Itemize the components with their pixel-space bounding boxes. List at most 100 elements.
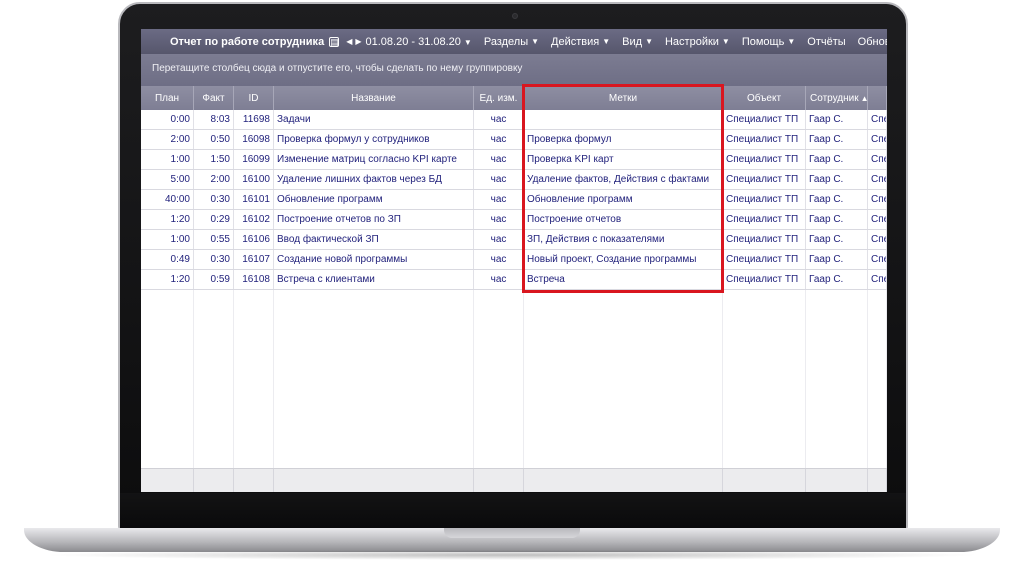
cell-unit: час bbox=[474, 130, 524, 149]
employee-header-label: Сотрудник bbox=[810, 92, 859, 104]
cell-object: Специалист ТП bbox=[723, 270, 806, 289]
group-by-hint: Перетащите столбец сюда и отпустите его,… bbox=[152, 63, 523, 74]
menu-item[interactable]: Разделы ▼ bbox=[484, 36, 539, 48]
cell-overflow: Спе bbox=[868, 110, 887, 129]
cell-unit: час bbox=[474, 250, 524, 269]
cell-name: Удаление лишних фактов через БД bbox=[274, 170, 474, 189]
cell-tags: Удаление фактов, Действия с фактами bbox=[524, 170, 723, 189]
cell-plan: 5:00 bbox=[141, 170, 194, 189]
cell-name: Проверка формул у сотрудников bbox=[274, 130, 474, 149]
cell-name: Ввод фактической ЗП bbox=[274, 230, 474, 249]
cell-name: Встреча с клиентами bbox=[274, 270, 474, 289]
cell-id: 16102 bbox=[234, 210, 274, 229]
cell-id: 16101 bbox=[234, 190, 274, 209]
cell-employee: Гаар С. bbox=[806, 150, 868, 169]
menu-item[interactable]: Действия ▼ bbox=[551, 36, 610, 48]
table-row[interactable]: 0:00 8:03 11698 Задачи час Специалист ТП Гаар … bbox=[141, 110, 887, 130]
column-header-id[interactable]: ID bbox=[234, 86, 274, 110]
cell-tags: Построение отчетов bbox=[524, 210, 723, 229]
cell-object: Специалист ТП bbox=[723, 170, 806, 189]
column-header-object[interactable]: Объект bbox=[723, 86, 806, 110]
cell-employee: Гаар С. bbox=[806, 230, 868, 249]
cell-object: Специалист ТП bbox=[723, 210, 806, 229]
cell-name: Изменение матриц согласно KPI карте bbox=[274, 150, 474, 169]
column-header-unit[interactable]: Ед. изм. bbox=[474, 86, 524, 110]
cell-fakt: 0:55 bbox=[194, 230, 234, 249]
cell-tags: Встреча bbox=[524, 270, 723, 289]
column-header-overflow[interactable] bbox=[868, 86, 887, 110]
cell-object: Специалист ТП bbox=[723, 250, 806, 269]
column-header-name[interactable]: Название bbox=[274, 86, 474, 110]
menu-item-label: Действия bbox=[551, 35, 600, 48]
cell-tags: Новый проект, Создание программы bbox=[524, 250, 723, 269]
table-row[interactable]: 2:00 0:50 16098 Проверка формул у сотрудник… bbox=[141, 130, 887, 150]
calendar-icon[interactable]: ▤ bbox=[329, 36, 340, 47]
table-row[interactable]: 1:00 0:55 16106 Ввод фактической ЗП час ЗП, Д… bbox=[141, 230, 887, 250]
cell-plan: 1:00 bbox=[141, 230, 194, 249]
column-header-tags[interactable]: Метки bbox=[524, 86, 723, 110]
cell-overflow: Спе bbox=[868, 210, 887, 229]
grid-footer bbox=[141, 468, 887, 492]
table-row[interactable]: 40:00 0:30 16101 Обновление программ час Обно… bbox=[141, 190, 887, 210]
chevron-right-icon[interactable]: ▶ bbox=[355, 37, 361, 46]
cell-overflow: Спе bbox=[868, 250, 887, 269]
column-header-employee[interactable]: Сотрудник ▲ bbox=[806, 86, 868, 110]
cell-id: 11698 bbox=[234, 110, 274, 129]
chevron-left-icon[interactable]: ◀ bbox=[346, 37, 352, 46]
menu-item[interactable]: Обновить отчет bbox=[858, 36, 887, 48]
cell-id: 16106 bbox=[234, 230, 274, 249]
table-row[interactable]: 0:49 0:30 16107 Создание новой программы час… bbox=[141, 250, 887, 270]
grid-body: 0:00 8:03 11698 Задачи час Специалист ТП Гаар … bbox=[141, 110, 887, 290]
cell-name: Создание новой программы bbox=[274, 250, 474, 269]
menu-item-label: Отчёты bbox=[807, 35, 846, 48]
menu-item-label: Разделы bbox=[483, 35, 529, 48]
cell-fakt: 0:29 bbox=[194, 210, 234, 229]
menu-item-label: Обновить отчет bbox=[857, 35, 887, 48]
cell-plan: 1:20 bbox=[141, 270, 194, 289]
table-row[interactable]: 1:20 0:29 16102 Построение отчетов по ЗП час… bbox=[141, 210, 887, 230]
cell-overflow: Спе bbox=[868, 230, 887, 249]
cell-employee: Гаар С. bbox=[806, 210, 868, 229]
cell-unit: час bbox=[474, 110, 524, 129]
menu-item[interactable]: Настройки ▼ bbox=[665, 36, 730, 48]
date-range-selector[interactable]: 01.08.20 - 31.08.20 ▼ bbox=[366, 36, 472, 48]
cell-overflow: Спе bbox=[868, 150, 887, 169]
cell-fakt: 0:50 bbox=[194, 130, 234, 149]
cell-unit: час bbox=[474, 210, 524, 229]
cell-plan: 2:00 bbox=[141, 130, 194, 149]
cell-object: Специалист ТП bbox=[723, 150, 806, 169]
menu-item[interactable]: Отчёты bbox=[807, 36, 845, 48]
group-by-dropzone[interactable]: Перетащите столбец сюда и отпустите его,… bbox=[141, 54, 887, 86]
chevron-down-icon: ▼ bbox=[787, 37, 796, 46]
sort-asc-icon: ▲ bbox=[860, 93, 868, 103]
cell-tags: Проверка KPI карт bbox=[524, 150, 723, 169]
column-header-fakt[interactable]: Факт bbox=[194, 86, 234, 110]
cell-plan: 0:00 bbox=[141, 110, 194, 129]
menu-item[interactable]: Помощь ▼ bbox=[742, 36, 795, 48]
cell-tags bbox=[524, 110, 723, 129]
cell-name: Построение отчетов по ЗП bbox=[274, 210, 474, 229]
cell-tags: ЗП, Действия с показателями bbox=[524, 230, 723, 249]
table-row[interactable]: 5:00 2:00 16100 Удаление лишних фактов чере… bbox=[141, 170, 887, 190]
table-row[interactable]: 1:00 1:50 16099 Изменение матриц согласно K… bbox=[141, 150, 887, 170]
cell-fakt: 1:50 bbox=[194, 150, 234, 169]
cell-plan: 1:00 bbox=[141, 150, 194, 169]
cell-tags: Обновление программ bbox=[524, 190, 723, 209]
menu-item[interactable]: Вид ▼ bbox=[622, 36, 653, 48]
cell-unit: час bbox=[474, 270, 524, 289]
cell-unit: час bbox=[474, 170, 524, 189]
report-title: Отчет по работе сотрудника bbox=[170, 35, 325, 48]
cell-plan: 0:49 bbox=[141, 250, 194, 269]
cell-employee: Гаар С. bbox=[806, 250, 868, 269]
cell-id: 16098 bbox=[234, 130, 274, 149]
grid-empty-area bbox=[141, 290, 887, 468]
cell-fakt: 8:03 bbox=[194, 110, 234, 129]
cell-id: 16099 bbox=[234, 150, 274, 169]
column-header-plan[interactable]: План bbox=[141, 86, 194, 110]
cell-employee: Гаар С. bbox=[806, 110, 868, 129]
cell-unit: час bbox=[474, 150, 524, 169]
table-row[interactable]: 1:20 0:59 16108 Встреча с клиентами час Встре… bbox=[141, 270, 887, 290]
app-screen: Отчет по работе сотрудника ▤ ◀ ▶ 01.08.2… bbox=[141, 29, 887, 492]
cell-fakt: 2:00 bbox=[194, 170, 234, 189]
cell-fakt: 0:30 bbox=[194, 190, 234, 209]
